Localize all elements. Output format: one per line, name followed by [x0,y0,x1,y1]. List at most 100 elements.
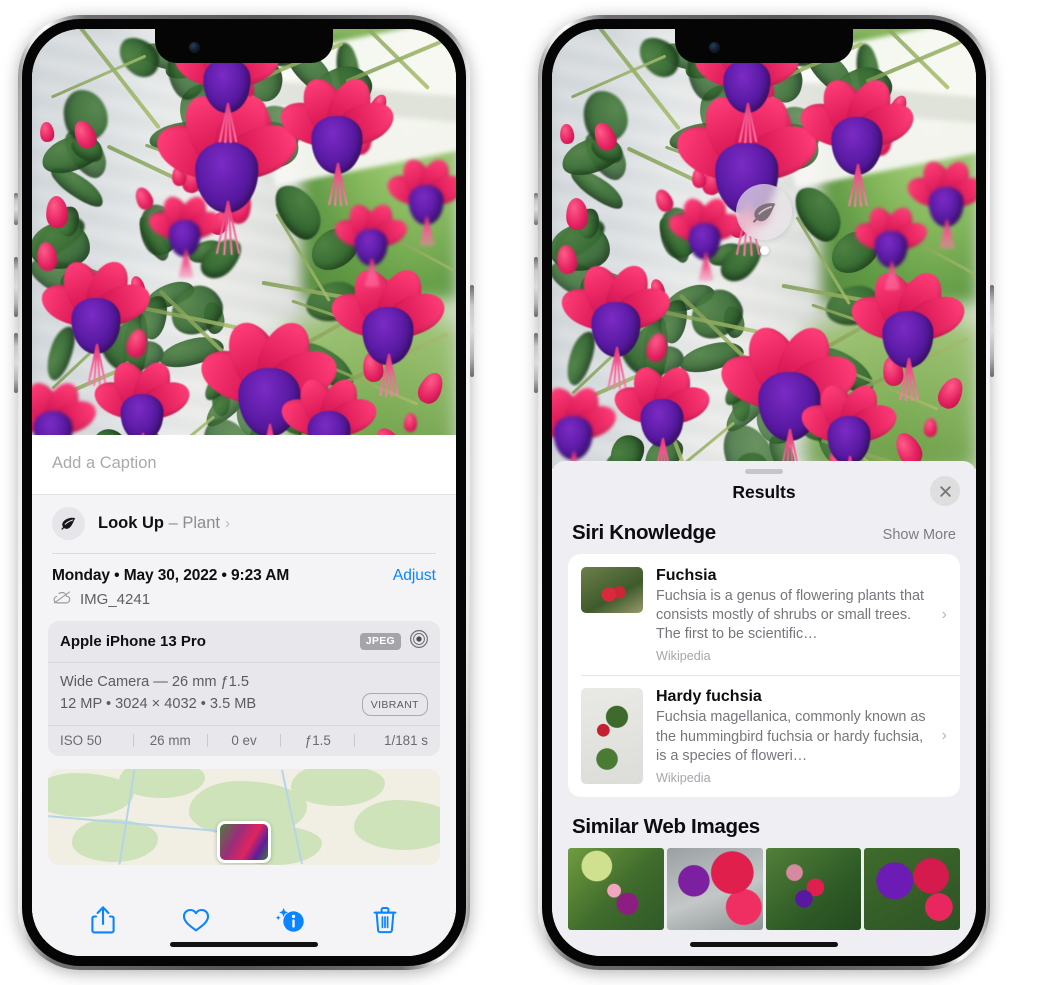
lens-info: Wide Camera — 26 mm ƒ1.5 [60,673,249,690]
knowledge-result-row[interactable]: Hardy fuchsia Fuchsia magellanica, commo… [568,675,960,796]
visual-lookup-pin[interactable] [736,184,792,255]
share-icon[interactable] [90,905,116,940]
look-up-label: Look Up – Plant [98,514,220,533]
photo-fuchsia-flower [851,203,932,290]
web-image-thumbnail[interactable] [864,847,960,930]
knowledge-result-row[interactable]: Fuchsia Fuchsia is a genus of flowering … [568,554,960,675]
power-button[interactable] [470,285,474,377]
iphone-left-device: Add a Caption ✦ ✦ Look Up – Plant [14,15,474,970]
volume-up-button[interactable] [534,257,538,317]
device-bezel: Add a Caption ✦ ✦ Look Up – Plant [22,19,466,966]
notch [675,29,853,63]
knowledge-title: Fuchsia [656,567,717,584]
photo-filename: IMG_4241 [80,591,151,608]
metadata-header: Apple iPhone 13 Pro JPEG [48,621,440,663]
look-up-row[interactable]: ✦ ✦ Look Up – Plant › [32,488,456,553]
front-camera-icon [189,42,200,53]
look-up-subject: Plant [182,514,220,532]
similar-web-images-title: Similar Web Images [572,814,760,838]
exposure-aperture: ƒ1.5 [304,733,331,749]
photo-fuchsia-flower [144,191,225,279]
knowledge-description: Fuchsia is a genus of flowering plants t… [656,588,924,643]
knowledge-thumbnail [581,688,643,785]
size-info: 12 MP • 3024 × 4032 • 3.5 MB [60,696,257,713]
exposure-shutter: 1/181 s [384,733,428,749]
photo-fuchsia-flower [903,157,976,250]
file-format-badge: JPEG [359,632,401,650]
heart-icon[interactable] [181,906,211,939]
trash-icon[interactable] [372,905,398,940]
home-indicator[interactable] [690,941,838,947]
photo-datetime: Monday • May 30, 2022 • 9:23 AM [52,566,290,584]
volume-down-button[interactable] [534,333,538,393]
map-photo-pin[interactable] [217,821,271,864]
right-screen: Results Siri Knowledge Show More Fuchsia… [552,29,976,956]
web-image-thumbnail[interactable] [765,847,862,930]
left-screen: Add a Caption ✦ ✦ Look Up – Plant [32,29,456,956]
size-info-row: 12 MP • 3024 × 4032 • 3.5 MB VIBRANT [60,693,428,717]
photo-fuchsia-flower [552,382,621,469]
photo-fuchsia-flower [35,256,156,386]
metadata-header-right: JPEG [359,629,429,654]
exposure-compensation: 0 ev [231,733,257,749]
adjust-button[interactable]: Adjust [393,567,436,585]
silent-switch[interactable] [14,193,18,225]
show-more-button[interactable]: Show More [883,527,956,543]
chevron-right-icon: › [224,515,230,532]
knowledge-title: Hardy fuchsia [656,688,762,706]
photo-fuchsia-flower [555,259,676,389]
iphone-right-device: Results Siri Knowledge Show More Fuchsia… [534,15,994,970]
knowledge-text: Hardy fuchsia Fuchsia magellanica, commo… [656,688,948,784]
photo-fuchsia-flower [609,361,715,469]
device-bezel: Results Siri Knowledge Show More Fuchsia… [542,19,986,966]
icloud-slash-icon [52,590,72,610]
camera-device-name: Apple iPhone 13 Pro [60,632,206,650]
info-sparkle-icon[interactable] [275,905,307,940]
notch [155,29,333,63]
leaf-icon[interactable] [736,184,792,240]
photo-viewer[interactable] [32,29,456,463]
sparkle-large-icon: ✦ [32,488,36,503]
photo-fuchsia-flower [664,194,745,281]
chevron-right-icon: › [941,727,947,745]
photo-fuchsia-flower [383,155,456,247]
exposure-row: ISO 50 26 mm 0 ev ƒ1.5 1/181 s [48,725,440,756]
results-title: Results [732,482,796,502]
caption-field[interactable]: Add a Caption [32,435,456,495]
photo-fuchsia-flower [325,262,451,398]
similar-web-images-strip[interactable] [552,847,976,930]
photo-fuchsia-flower [845,266,971,402]
exposure-focal: 26 mm [149,733,191,749]
filename-row: IMG_4241 [32,590,456,621]
knowledge-text: Fuchsia Fuchsia is a genus of flowering … [656,567,948,663]
knowledge-source: Wikipedia [656,649,711,664]
power-button[interactable] [990,285,994,377]
metadata-body: Wide Camera — 26 mm ƒ1.5 12 MP • 3024 × … [48,663,440,726]
camera-metadata-card: Apple iPhone 13 Pro JPEG Wide Camera — 2… [48,620,440,757]
front-camera-icon [709,42,720,53]
web-image-thumbnail[interactable] [666,847,763,930]
photo-fuchsia-flower [796,379,902,469]
look-up-text: Look Up [98,514,164,532]
silent-switch[interactable] [534,193,538,225]
siri-knowledge-title: Siri Knowledge [572,521,716,544]
color-profile-badge: VIBRANT [361,693,428,717]
knowledge-thumbnail [581,567,643,613]
home-indicator[interactable] [170,941,318,947]
web-image-thumbnail[interactable] [568,847,664,930]
results-sheet: Results Siri Knowledge Show More Fuchsia… [552,461,976,956]
aperture-icon [409,629,429,654]
pin-dot [759,246,769,255]
photo-info-sheet: Add a Caption ✦ ✦ Look Up – Plant [32,435,456,956]
photo-fuchsia-flower [794,73,920,208]
photo-fuchsia-flower [89,356,195,463]
volume-up-button[interactable] [14,257,18,317]
datetime-row: Monday • May 30, 2022 • 9:23 AM Adjust [32,554,456,590]
volume-down-button[interactable] [14,333,18,393]
location-map[interactable] [48,769,440,866]
knowledge-source: Wikipedia [656,770,711,785]
chevron-right-icon: › [941,605,947,623]
close-icon[interactable] [930,476,960,506]
exposure-iso: ISO 50 [60,733,102,749]
caption-placeholder: Add a Caption [52,454,157,472]
